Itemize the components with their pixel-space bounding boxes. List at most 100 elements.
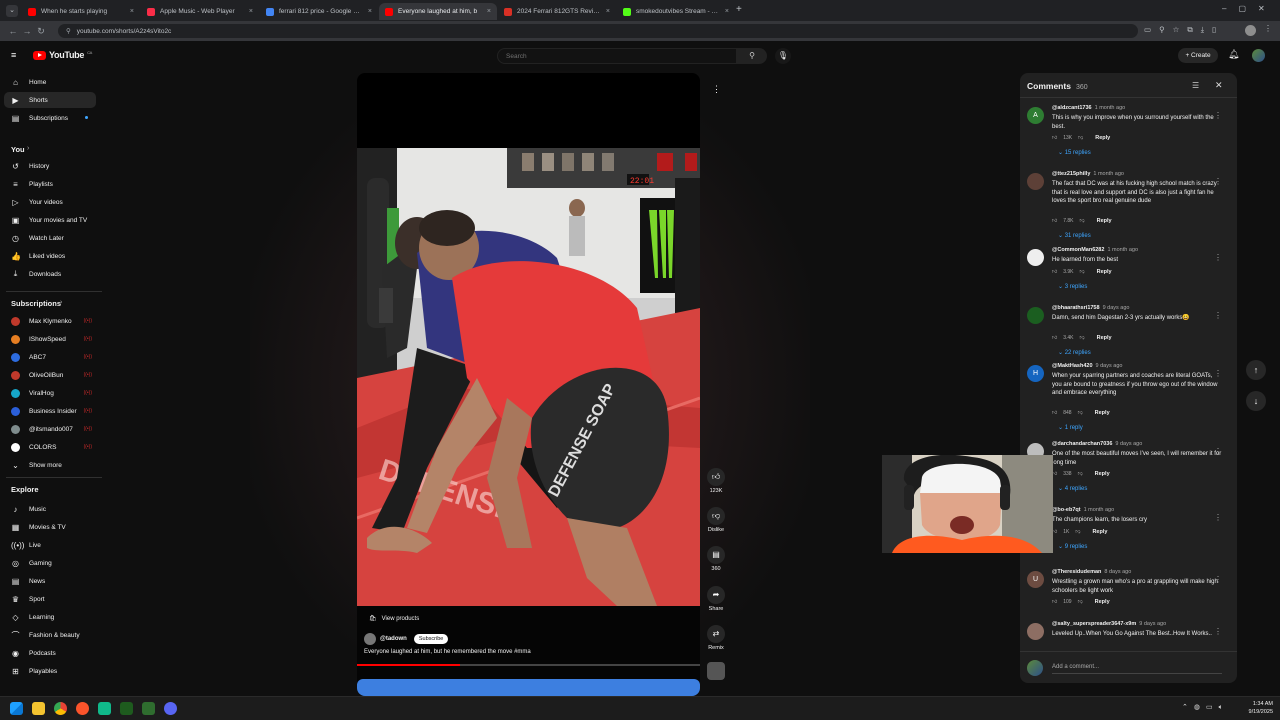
sidebar-item[interactable]: ⌂ Home bbox=[4, 74, 96, 90]
sidebar-item[interactable]: ▷ Your videos bbox=[4, 194, 96, 210]
comment-reply-button[interactable]: Reply bbox=[1097, 335, 1112, 341]
channel-avatar[interactable] bbox=[364, 633, 376, 645]
reload-icon[interactable]: ↻ bbox=[34, 26, 48, 37]
remix-button[interactable]: ⇄ Remix bbox=[705, 625, 727, 651]
browser-tab[interactable]: When he starts playing × bbox=[22, 3, 140, 20]
browser-tab[interactable]: ferrari 812 price - Google Search × bbox=[260, 3, 378, 20]
comment-author[interactable]: @aldzcant1736 bbox=[1052, 105, 1092, 111]
discord-icon[interactable] bbox=[164, 702, 177, 715]
file-explorer-icon[interactable] bbox=[32, 702, 45, 715]
show-more-button[interactable]: ⌄ Show more bbox=[4, 457, 96, 473]
clock[interactable]: 1:34 AM 9/19/2025 bbox=[1241, 700, 1273, 716]
comment-author-avatar[interactable] bbox=[1027, 623, 1044, 640]
browser-tab[interactable]: Everyone laughed at him, b × bbox=[379, 3, 497, 20]
sidebar-item[interactable]: ▣ Your movies and TV bbox=[4, 212, 96, 228]
sidebar-item[interactable]: ≡ Playlists bbox=[4, 176, 96, 192]
view-replies-button[interactable]: ⌄ 1 reply bbox=[1058, 424, 1083, 431]
sidebar-item[interactable]: ▶ Shorts bbox=[4, 92, 96, 108]
browser-tab[interactable]: Apple Music - Web Player × bbox=[141, 3, 259, 20]
downloads-icon[interactable]: ⤓ bbox=[1201, 25, 1212, 34]
like-button[interactable]: 👍︎ 123K bbox=[705, 468, 727, 494]
close-icon[interactable]: ✕ bbox=[1258, 4, 1277, 13]
subscription-item[interactable]: @itsmando007 ((•)) bbox=[4, 421, 96, 437]
sidebar-item[interactable]: ⌒ Fashion & beauty bbox=[4, 627, 96, 643]
view-replies-button[interactable]: ⌄ 31 replies bbox=[1058, 232, 1091, 239]
view-replies-button[interactable]: ⌄ 9 replies bbox=[1058, 543, 1087, 550]
next-short-preview[interactable] bbox=[357, 679, 700, 696]
chevron-up-icon[interactable]: ⌃ bbox=[1182, 704, 1194, 711]
dislike-button[interactable]: 👎︎ Dislike bbox=[705, 507, 727, 533]
bookmark-star-icon[interactable]: ☆ bbox=[1173, 25, 1188, 34]
browser-menu-icon[interactable]: ⋮ bbox=[1264, 24, 1272, 33]
view-replies-button[interactable]: ⌄ 22 replies bbox=[1058, 349, 1091, 356]
comment-author[interactable]: @Theresidudeman bbox=[1052, 569, 1101, 575]
comment-more-icon[interactable]: ⋮ bbox=[1214, 513, 1222, 522]
comment-more-icon[interactable]: ⋮ bbox=[1214, 575, 1222, 584]
address-bar[interactable]: ⚲ youtube.com/shorts/A2z4sVito2c bbox=[58, 24, 1138, 38]
back-icon[interactable]: ← bbox=[6, 26, 20, 36]
comment-dislike-icon[interactable]: 👎︎ bbox=[1078, 599, 1083, 605]
comment-more-icon[interactable]: ⋮ bbox=[1214, 447, 1222, 456]
display-icon[interactable]: ▭ bbox=[1206, 704, 1219, 711]
sidebar-item[interactable]: ((•)) Live bbox=[4, 537, 96, 553]
create-button[interactable]: + Create bbox=[1178, 48, 1218, 63]
sidebar-item[interactable]: ⊞ Playables bbox=[4, 663, 96, 679]
comment-like-icon[interactable]: 👍︎ bbox=[1052, 269, 1057, 275]
media-player-icon[interactable] bbox=[142, 702, 155, 715]
sidebar-item[interactable]: ◎ Gaming bbox=[4, 555, 96, 571]
profile-avatar[interactable] bbox=[1245, 25, 1256, 36]
comment-like-icon[interactable]: 👍︎ bbox=[1052, 135, 1057, 141]
chrome-icon[interactable] bbox=[54, 702, 67, 715]
comment-more-icon[interactable]: ⋮ bbox=[1214, 311, 1222, 320]
comment-reply-button[interactable]: Reply bbox=[1097, 218, 1112, 224]
comment-dislike-icon[interactable]: 👎︎ bbox=[1080, 269, 1085, 275]
tab-close-icon[interactable]: × bbox=[130, 8, 134, 15]
next-short-button[interactable]: ↓ bbox=[1246, 391, 1266, 411]
comment-author-avatar[interactable] bbox=[1027, 249, 1044, 266]
brave-icon[interactable] bbox=[76, 702, 89, 715]
subscription-item[interactable]: Business Insider ((•)) bbox=[4, 403, 96, 419]
comment-author-avatar[interactable] bbox=[1027, 173, 1044, 190]
comment-dislike-icon[interactable]: 👎︎ bbox=[1078, 135, 1083, 141]
comment-author[interactable]: @ttez215philly bbox=[1052, 171, 1090, 177]
search-button[interactable]: ⚲ bbox=[737, 48, 767, 64]
sidebar-item[interactable]: ▤ Subscriptions bbox=[4, 110, 96, 126]
comment-more-icon[interactable]: ⋮ bbox=[1214, 253, 1222, 262]
comment-more-icon[interactable]: ⋮ bbox=[1214, 177, 1222, 186]
comment-author[interactable]: @darchandarchan7036 bbox=[1052, 441, 1112, 447]
subscription-item[interactable]: OliveOilBun ((•)) bbox=[4, 367, 96, 383]
hamburger-menu-icon[interactable]: ≡ bbox=[11, 50, 16, 60]
youtube-logo[interactable]: YouTube CA bbox=[33, 50, 92, 60]
comment-reply-button[interactable]: Reply bbox=[1095, 471, 1110, 477]
view-products-chip[interactable]: 🛍︎ View products bbox=[369, 615, 419, 623]
comment-author[interactable]: @bhaarathsri1758 bbox=[1052, 305, 1100, 311]
comment-reply-button[interactable]: Reply bbox=[1095, 599, 1110, 605]
close-comments-icon[interactable]: ✕ bbox=[1215, 80, 1223, 91]
browser-tab[interactable]: 2024 Ferrari 812GTS Review, Pri × bbox=[498, 3, 616, 20]
comment-dislike-icon[interactable]: 👎︎ bbox=[1075, 529, 1080, 535]
comment-like-icon[interactable]: 👍︎ bbox=[1052, 599, 1057, 605]
video-frame[interactable]: 22:01 DEFENSE DEFENSE SOAP bbox=[357, 148, 700, 606]
browser-tab[interactable]: smokedoutvibes Stream - Watch × bbox=[617, 3, 735, 20]
comment-author-avatar[interactable]: H bbox=[1027, 365, 1044, 382]
voice-search-button[interactable]: 🎙 bbox=[775, 48, 791, 64]
comment-like-icon[interactable]: 👍︎ bbox=[1052, 218, 1057, 224]
tab-close-icon[interactable]: × bbox=[368, 8, 372, 15]
tab-close-icon[interactable]: × bbox=[249, 8, 253, 15]
view-replies-button[interactable]: ⌄ 4 replies bbox=[1058, 485, 1087, 492]
comment-author[interactable]: @CommonMan6282 bbox=[1052, 247, 1104, 253]
sidebar-item[interactable]: ♪ Music bbox=[4, 501, 96, 517]
comment-more-icon[interactable]: ⋮ bbox=[1214, 627, 1222, 636]
progress-track[interactable] bbox=[357, 664, 700, 666]
comment-dislike-icon[interactable]: 👎︎ bbox=[1078, 471, 1083, 477]
comment-author[interactable]: @bo-eb7qt bbox=[1052, 507, 1081, 513]
tab-close-icon[interactable]: × bbox=[606, 8, 610, 15]
maximize-icon[interactable]: ▢ bbox=[1238, 4, 1258, 13]
comment-reply-button[interactable]: Reply bbox=[1097, 269, 1112, 275]
comment-reply-button[interactable]: Reply bbox=[1092, 529, 1107, 535]
comment-author[interactable]: @MaktHash420 bbox=[1052, 363, 1093, 369]
sidebar-item[interactable]: 👍 Liked videos bbox=[4, 248, 96, 264]
subscription-item[interactable]: COLORS ((•)) bbox=[4, 439, 96, 455]
comment-more-icon[interactable]: ⋮ bbox=[1214, 111, 1222, 120]
zoom-icon[interactable]: ⚲ bbox=[1159, 25, 1173, 34]
